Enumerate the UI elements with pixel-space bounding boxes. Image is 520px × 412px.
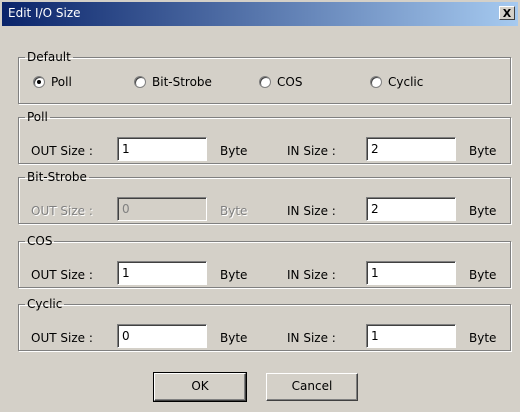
title-bar[interactable]: Edit I/O Size X [2,2,518,26]
bit-strobe-group-legend: Bit-Strobe [27,170,87,184]
radio-bit-strobe-label: Bit-Strobe [152,75,212,89]
radio-poll-label: Poll [51,75,72,89]
bit-strobe-group: Bit-Strobe OUT Size : Byte IN Size : Byt… [18,170,511,224]
radio-bit-strobe[interactable]: Bit-Strobe [134,74,212,90]
radio-bit-strobe-circle[interactable] [134,76,146,88]
cyclic-out-unit: Byte [220,331,248,345]
cos-in-size-label: IN Size : [287,268,336,282]
radio-cos-label: COS [277,75,303,89]
poll-out-size-label: OUT Size : [31,144,93,158]
close-button[interactable]: X [499,6,515,20]
radio-poll-circle[interactable] [33,76,45,88]
cos-out-size-input[interactable] [117,261,207,285]
cyclic-in-size-label: IN Size : [287,331,336,345]
cos-group-legend: COS [27,234,53,248]
cos-in-unit: Byte [469,268,497,282]
bit-strobe-in-size-input[interactable] [366,197,456,221]
cyclic-group-legend: Cyclic [27,297,63,311]
cancel-button[interactable]: Cancel [266,373,358,401]
cyclic-group: Cyclic OUT Size : Byte IN Size : Byte [18,297,511,351]
cyclic-out-size-input[interactable] [117,324,207,348]
close-icon: X [502,7,512,20]
poll-in-unit: Byte [469,144,497,158]
poll-group-legend: Poll [27,110,48,124]
radio-cos-circle[interactable] [259,76,271,88]
bit-strobe-in-size-label: IN Size : [287,204,336,218]
default-group: Default Poll Bit-Strobe COS Cyclic [18,50,511,104]
radio-poll[interactable]: Poll [33,74,72,90]
radio-cyclic-label: Cyclic [388,75,424,89]
poll-out-size-input[interactable] [117,137,207,161]
poll-in-size-input[interactable] [366,137,456,161]
poll-in-size-label: IN Size : [287,144,336,158]
cyclic-in-unit: Byte [469,331,497,345]
cyclic-in-size-input[interactable] [366,324,456,348]
edit-io-size-dialog: Edit I/O Size X Default Poll Bit-Strobe … [0,0,520,412]
radio-cos[interactable]: COS [259,74,302,90]
cyclic-out-size-label: OUT Size : [31,331,93,345]
radio-cyclic[interactable]: Cyclic [370,74,423,90]
radio-cyclic-circle[interactable] [370,76,382,88]
bit-strobe-out-size-label: OUT Size : [31,204,93,218]
poll-group: Poll OUT Size : Byte IN Size : Byte [18,110,511,164]
bit-strobe-out-unit: Byte [220,204,248,218]
window-title: Edit I/O Size [8,6,81,20]
cos-out-unit: Byte [220,268,248,282]
ok-button[interactable]: OK [153,372,247,402]
cos-in-size-input[interactable] [366,261,456,285]
bit-strobe-out-size-input [117,197,207,221]
cos-group: COS OUT Size : Byte IN Size : Byte [18,234,511,288]
poll-out-unit: Byte [220,144,248,158]
default-group-legend: Default [27,50,71,64]
cos-out-size-label: OUT Size : [31,268,93,282]
bit-strobe-in-unit: Byte [469,204,497,218]
